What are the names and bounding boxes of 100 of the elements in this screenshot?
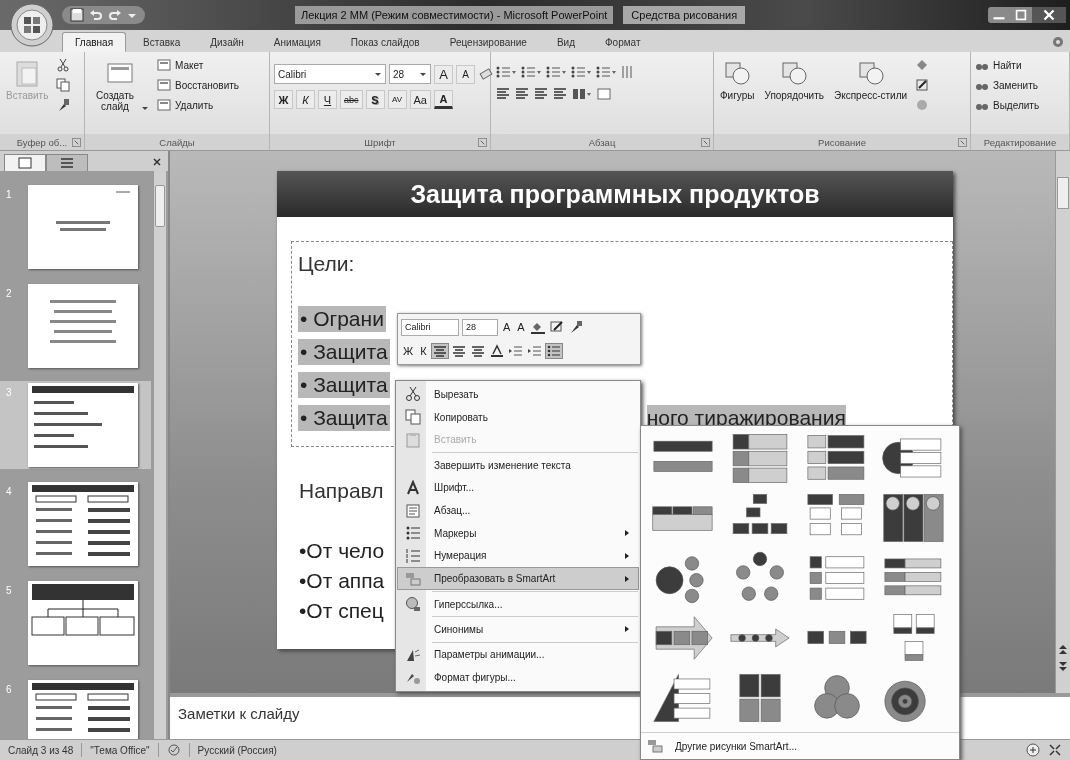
list-format-icon[interactable] [495, 64, 517, 80]
slide-thumbnail-drawing[interactable] [28, 482, 138, 566]
font-name-field[interactable]: Calibri [274, 64, 386, 84]
list-format-icon[interactable] [520, 64, 542, 80]
font-size-button[interactable]: A [456, 64, 475, 84]
list-format-icon[interactable] [595, 64, 617, 80]
slide-thumbnail-drawing[interactable] [28, 383, 138, 467]
font-size-button[interactable]: A [501, 318, 513, 336]
menu-item[interactable]: Абзац... [398, 500, 638, 522]
slide-thumbnail-drawing[interactable] [28, 581, 138, 665]
help-icon[interactable] [1052, 36, 1064, 48]
format-button[interactable]: Ч [318, 90, 337, 109]
format-button[interactable]: Ж [401, 342, 416, 360]
drawing-tool-button[interactable]: Фигуры [718, 56, 757, 103]
dialog-launcher-icon[interactable] [72, 137, 81, 147]
slide-number: 3 [6, 386, 13, 398]
scrollbar-thumb[interactable] [155, 185, 165, 227]
slides-tab-icon[interactable] [4, 154, 46, 171]
align-icon[interactable] [431, 344, 448, 358]
columns-icon[interactable] [571, 86, 593, 102]
ribbon-tab[interactable]: Формат [592, 32, 654, 52]
ribbon-menu-button[interactable]: Найти [975, 58, 1040, 72]
slide-thumbnail-drawing[interactable] [28, 185, 138, 269]
align-icon[interactable] [514, 86, 530, 102]
dialog-launcher-icon[interactable] [958, 137, 967, 147]
menu-item[interactable]: Гиперссылка... [398, 593, 638, 615]
dialog-launcher-icon[interactable] [701, 137, 710, 147]
menu-item[interactable]: Шрифт... [398, 477, 638, 499]
new-slide-button[interactable]: Создать слайд [89, 56, 151, 114]
ribbon-menu-button[interactable]: Заменить [975, 78, 1040, 92]
paint-brush-icon[interactable] [56, 98, 71, 112]
scrollbar[interactable] [1055, 151, 1070, 693]
format-button[interactable]: S [365, 90, 385, 109]
font-size-button[interactable]: A [434, 64, 453, 84]
menu-item[interactable]: Копировать [398, 406, 638, 428]
scrollbar[interactable] [153, 171, 166, 739]
format-button[interactable]: AV [387, 90, 407, 109]
ribbon-menu-button[interactable]: Макет [157, 58, 240, 72]
ribbon-tab[interactable]: Главная [62, 32, 127, 52]
bullet-list-icon[interactable] [545, 344, 562, 358]
ribbon-tab[interactable]: Вставка [130, 32, 194, 52]
slide-thumbnail-drawing[interactable] [28, 284, 138, 368]
ribbon-tab[interactable]: Рецензирование [436, 32, 540, 52]
menu-item[interactable]: Нумерация [398, 545, 638, 567]
format-button[interactable]: К [296, 90, 315, 109]
fit-window-icon[interactable] [1048, 743, 1062, 757]
copy-icon[interactable] [56, 78, 71, 92]
list-format-icon[interactable] [570, 64, 592, 80]
close-icon[interactable] [152, 157, 162, 167]
format-button[interactable]: Aa [409, 90, 431, 109]
spellcheck-icon[interactable] [166, 743, 181, 757]
menu-item[interactable]: Завершить изменение текста [398, 454, 638, 476]
dialog-launcher-icon[interactable] [478, 137, 487, 147]
menu-item[interactable]: Параметры анимации... [398, 644, 638, 666]
ribbon-tab[interactable]: Анимация [260, 32, 334, 52]
menu-item[interactable]: Маркеры [398, 522, 638, 544]
drawing-tool-button[interactable]: Упорядочить [762, 56, 826, 103]
font-size-field[interactable]: 28 [462, 318, 498, 336]
align-icon[interactable] [450, 344, 467, 358]
font-name-field[interactable]: Calibri [401, 318, 459, 336]
pencil-icon[interactable] [548, 320, 565, 334]
bullet-text: • Ограни [298, 306, 386, 332]
save-icon[interactable] [70, 8, 84, 22]
slide-thumbnail-drawing[interactable] [28, 680, 138, 739]
undo-icon[interactable] [89, 8, 103, 22]
format-button[interactable]: К [418, 342, 429, 360]
font-size-button[interactable]: A [515, 318, 527, 336]
more-smartart-button[interactable]: Другие рисунки SmartArt... [641, 732, 959, 759]
indent-icon[interactable] [507, 344, 524, 358]
align-icon[interactable] [533, 86, 549, 102]
list-format-icon[interactable] [545, 64, 567, 80]
redo-icon[interactable] [108, 8, 122, 22]
scrollbar-thumb[interactable] [1057, 177, 1069, 209]
align-icon[interactable] [469, 344, 486, 358]
format-button[interactable]: Ж [274, 90, 293, 109]
format-button[interactable]: abc [340, 90, 363, 109]
menu-item[interactable]: Преобразовать в SmartArt [398, 568, 638, 590]
indent-icon[interactable] [526, 344, 543, 358]
font-size-field[interactable]: 28 [389, 64, 431, 84]
pencil-icon[interactable] [915, 78, 930, 92]
menu-item[interactable]: Синонимы [398, 619, 638, 640]
outline-tab-icon[interactable] [46, 154, 88, 171]
menu-item[interactable]: Вырезать [398, 383, 638, 405]
scissors-icon[interactable] [56, 58, 71, 72]
align-icon[interactable] [495, 86, 511, 102]
ribbon-menu-button[interactable]: Выделить [975, 98, 1040, 112]
font-color-icon[interactable] [488, 344, 505, 358]
close-icon[interactable] [1032, 7, 1066, 23]
page-nav-icon[interactable] [1057, 643, 1069, 673]
ribbon-menu-button[interactable]: Удалить [157, 98, 240, 112]
drawing-tool-button[interactable]: Экспресс-стили [832, 56, 910, 103]
format-button[interactable]: A [434, 90, 453, 109]
ribbon-tab[interactable]: Показ слайдов [337, 32, 433, 52]
menu-item[interactable]: Формат фигуры... [398, 667, 638, 689]
ribbon-tab[interactable]: Дизайн [197, 32, 257, 52]
ribbon-menu-button[interactable]: Восстановить [157, 78, 240, 92]
ribbon-tab[interactable]: Вид [543, 32, 588, 52]
align-icon[interactable] [552, 86, 568, 102]
dropdown-arrow-icon [419, 70, 427, 78]
zoom-in-icon[interactable] [1026, 743, 1040, 757]
